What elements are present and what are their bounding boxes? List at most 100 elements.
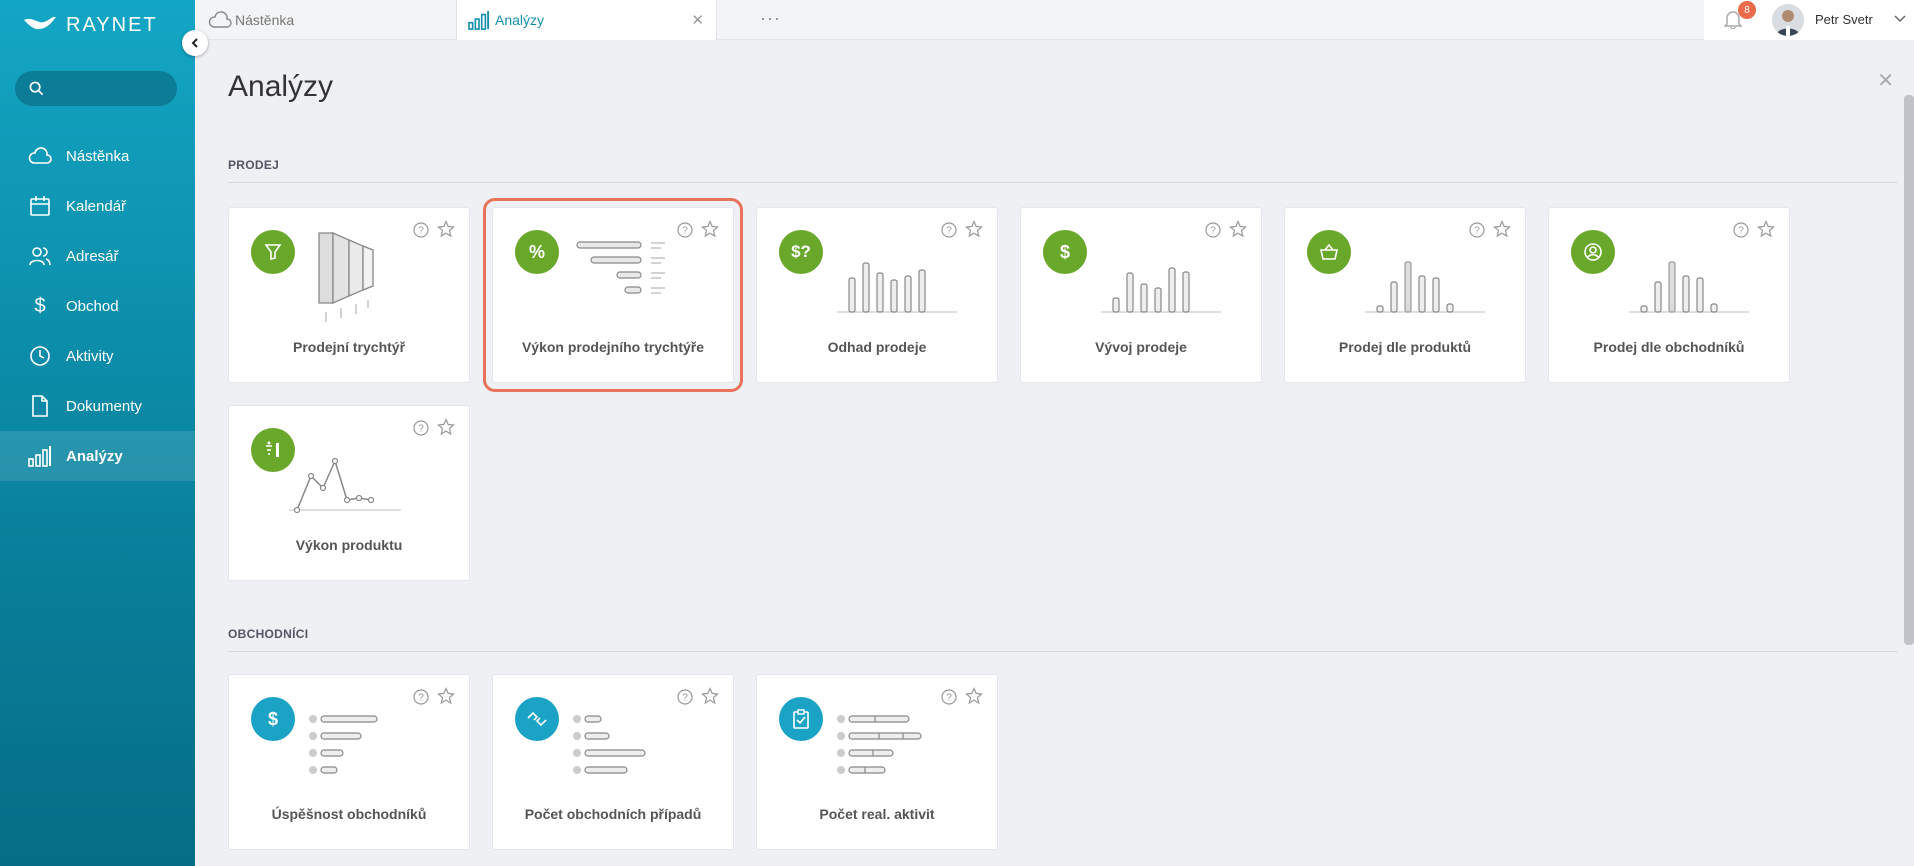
dollar-icon: $ <box>251 697 295 741</box>
sales-by-rep-illustration-icon <box>1629 261 1749 313</box>
calendar-icon <box>28 194 52 218</box>
chevron-left-icon <box>191 38 198 48</box>
sidebar-item-aktivity[interactable]: Aktivity <box>0 331 195 381</box>
sidebar-nav: Nástěnka Kalendář Adresář $ Obchod Aktiv… <box>0 131 195 481</box>
sidebar-item-label: Dokumenty <box>66 397 142 415</box>
section-divider <box>228 651 1898 652</box>
card-prodej-dle-produktu[interactable]: ? Prodej dle produktů <box>1284 207 1526 383</box>
main-content: Analýzy ✕ PRODEJ ? Prodejní trychtýř % ? <box>195 40 1914 866</box>
dollar-icon: $ <box>34 294 46 317</box>
star-icon[interactable] <box>437 687 455 705</box>
search-input[interactable] <box>50 81 170 96</box>
avatar[interactable] <box>1772 4 1804 36</box>
sidebar-item-label: Analýzy <box>66 447 123 465</box>
section-title-prodej: PRODEJ <box>228 158 280 172</box>
top-bar: Nástěnka Analýzy ✕ ··· 8 Petr Svetr <box>195 0 1914 40</box>
close-tab-icon[interactable]: ✕ <box>691 11 704 29</box>
activities-count-illustration-icon <box>837 715 922 774</box>
star-icon[interactable] <box>437 220 455 238</box>
dollar-question-icon: $? <box>779 230 823 274</box>
card-vykon-produktu[interactable]: ? Výkon produktu <box>228 405 470 581</box>
raynet-logo[interactable]: RAYNET <box>22 12 158 38</box>
funnel-illustration-icon <box>318 232 374 322</box>
user-name[interactable]: Petr Svetr <box>1815 12 1873 27</box>
sidebar-item-label: Obchod <box>66 297 119 315</box>
sales-by-product-illustration-icon <box>1365 261 1485 313</box>
section-divider <box>228 182 1898 183</box>
funnel-performance-illustration-icon <box>576 241 665 294</box>
star-icon[interactable] <box>965 687 983 705</box>
bar-chart-icon <box>28 444 52 468</box>
star-icon[interactable] <box>965 220 983 238</box>
bird-logo-icon <box>24 16 56 30</box>
card-label: Prodejní trychtýř <box>292 339 406 355</box>
sidebar-item-dokumenty[interactable]: Dokumenty <box>0 381 195 431</box>
close-page-icon[interactable]: ✕ <box>1877 68 1894 93</box>
card-prodejni-trychtyr[interactable]: ? Prodejní trychtýř <box>228 207 470 383</box>
user-bar: 8 Petr Svetr <box>1704 0 1914 40</box>
star-icon[interactable] <box>1493 220 1511 238</box>
page-title: Analýzy <box>228 70 334 103</box>
dollar-icon: $ <box>1043 230 1087 274</box>
user-avatar-icon <box>1776 10 1800 36</box>
document-icon <box>28 394 52 418</box>
bar-chart-icon <box>468 10 489 30</box>
rep-success-illustration-icon <box>309 715 378 774</box>
clock-icon <box>28 344 52 368</box>
star-icon[interactable] <box>1757 220 1775 238</box>
star-icon[interactable] <box>701 220 719 238</box>
notification-badge: 8 <box>1738 1 1756 19</box>
collapse-sidebar-button[interactable] <box>182 30 208 56</box>
user-circle-icon <box>1571 230 1615 274</box>
chevron-down-icon[interactable] <box>1894 12 1906 24</box>
search-icon <box>29 81 44 96</box>
card-label: Výkon produktu <box>295 537 403 553</box>
cloud-icon <box>28 144 52 168</box>
sales-trend-illustration-icon <box>1101 267 1221 313</box>
sidebar-item-analyzy[interactable]: Analýzy <box>0 431 195 481</box>
card-label: Prodej dle obchodníků <box>1593 339 1745 355</box>
sidebar-item-label: Aktivity <box>66 347 114 365</box>
sidebar-item-label: Nástěnka <box>66 147 130 165</box>
star-icon[interactable] <box>437 418 455 436</box>
card-prodej-dle-obchodniku[interactable]: ? Prodej dle obchodníků <box>1548 207 1790 383</box>
sidebar-item-adresar[interactable]: Adresář <box>0 231 195 281</box>
logo-text: RAYNET <box>66 13 158 36</box>
handshake-icon <box>515 697 559 741</box>
card-pocet-obchodnich-pripadu[interactable]: ? Počet obchodních případů <box>492 674 734 850</box>
sidebar: RAYNET Nástěnka Kalendář Adresář $ Obcho… <box>0 0 195 866</box>
card-pocet-real-aktivit[interactable]: ? Počet real. aktivit <box>756 674 998 850</box>
cloud-icon <box>208 11 232 28</box>
sidebar-item-label: Kalendář <box>66 197 127 215</box>
deal-count-illustration-icon <box>573 715 646 774</box>
card-label: Odhad prodeje <box>827 339 927 355</box>
contacts-icon <box>28 244 52 268</box>
search-box[interactable] <box>15 71 177 106</box>
more-tabs-button[interactable]: ··· <box>760 8 781 29</box>
tab-nastenka[interactable]: Nástěnka <box>207 0 457 40</box>
clipboard-check-icon <box>779 697 823 741</box>
card-label: Počet real. aktivit <box>819 806 935 822</box>
section-title-obchodnici: OBCHODNÍCI <box>228 627 309 641</box>
star-icon[interactable] <box>701 687 719 705</box>
card-label: Výkon prodejního trychtýře <box>521 339 705 355</box>
sidebar-item-nastenka[interactable]: Nástěnka <box>0 131 195 181</box>
sidebar-item-label: Adresář <box>66 247 119 265</box>
card-vykon-prodejniho-trychtyre[interactable]: % ? Výkon prodejního trychtýře <box>483 198 743 392</box>
sidebar-item-kalendar[interactable]: Kalendář <box>0 181 195 231</box>
basket-icon <box>1307 230 1351 274</box>
svg-text:?: ? <box>418 424 424 435</box>
vertical-scrollbar[interactable] <box>1904 95 1914 645</box>
card-label: Vývoj prodeje <box>1095 339 1187 355</box>
card-label: Prodej dle produktů <box>1338 339 1472 355</box>
card-vyvoj-prodeje[interactable]: $ ? Vývoj prodeje <box>1020 207 1262 383</box>
product-performance-illustration-icon <box>289 457 401 514</box>
tab-analyzy[interactable]: Analýzy ✕ <box>457 0 717 40</box>
tab-label: Analýzy <box>495 12 545 28</box>
card-odhad-prodeje[interactable]: $? ? Odhad prodeje <box>756 207 998 383</box>
filter-icon <box>251 230 295 274</box>
tab-label: Nástěnka <box>235 12 295 28</box>
sidebar-item-obchod[interactable]: $ Obchod <box>0 281 195 331</box>
star-icon[interactable] <box>1229 220 1247 238</box>
card-uspesnost-obchodniku[interactable]: $ ? Úspěšnost obchodníků <box>228 674 470 850</box>
